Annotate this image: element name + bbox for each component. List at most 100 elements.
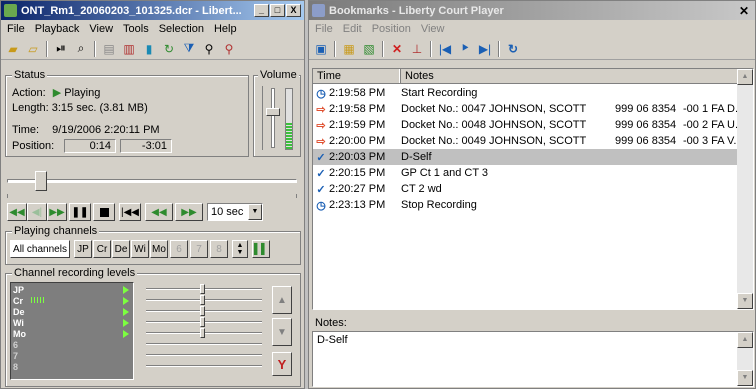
filter-icon[interactable]: ⧩ [180, 40, 198, 58]
menu-view[interactable]: View [85, 23, 119, 35]
row-case-number: 999 06 8354 [615, 103, 677, 115]
menu-view[interactable]: View [417, 23, 451, 35]
table-row[interactable]: ✓ 2:20:27 PM CT 2 wd [313, 181, 741, 197]
marker-icon[interactable]: ⊥ [408, 40, 426, 58]
table-row[interactable]: ◷ 2:19:58 PM Start Recording [313, 85, 741, 101]
level-slider-wi[interactable] [200, 317, 205, 327]
channel-meter-icon[interactable]: ▌▌ [252, 240, 270, 258]
volume-track [271, 88, 275, 148]
menu-tools[interactable]: Tools [119, 23, 155, 35]
level-slider-de[interactable] [200, 306, 205, 316]
channel-button-mo[interactable]: Mo [150, 240, 168, 258]
table-row[interactable]: ⇨ 2:20:00 PM Docket No.: 0049 JOHNSON, SCO… [313, 133, 742, 149]
find-next-icon[interactable]: ⚲ [220, 40, 238, 58]
loop-icon[interactable]: ↻ [160, 40, 178, 58]
channel-button-6[interactable]: 6 [170, 240, 188, 258]
play-icon[interactable]: ▶▶ [47, 203, 67, 221]
edit-note-icon[interactable]: ▣ [312, 40, 330, 58]
table-row[interactable]: ⇨ 2:19:58 PM Docket No.: 0047 JOHNSON, SCO… [313, 101, 744, 117]
scroll-down-icon[interactable]: ▼ [737, 370, 753, 386]
channel-button-8[interactable]: 8 [210, 240, 228, 258]
list-scrollbar[interactable]: ▲ ▼ [737, 69, 753, 309]
channel-icon[interactable]: ▮ [140, 40, 158, 58]
row-time: 2:20:03 PM [329, 151, 386, 163]
time-value: 9/19/2006 2:20:11 PM [52, 124, 160, 136]
channel-button-wi[interactable]: Wi [131, 240, 149, 258]
playback-position-slider[interactable] [7, 171, 297, 191]
play-bookmark-icon[interactable]: ⯈ [456, 40, 474, 58]
add-bookmark-icon[interactable]: ▦ [340, 40, 358, 58]
level-label-8: 8 [13, 362, 19, 372]
channel-button-cr[interactable]: Cr [93, 240, 111, 258]
save-bookmark-icon[interactable]: ▧ [360, 40, 378, 58]
playback-position-thumb[interactable] [35, 171, 47, 191]
notes-label: Notes: [315, 317, 347, 329]
pause-icon[interactable]: ❚❚ [69, 203, 91, 221]
column-header-notes[interactable]: Notes [401, 69, 741, 83]
table-row[interactable]: ✓ 2:20:15 PM GP Ct 1 and CT 3 [313, 165, 741, 181]
skip-back-icon[interactable]: ◀◀ [145, 203, 173, 221]
close-icon[interactable]: ✕ [739, 4, 752, 18]
skip-interval-select[interactable]: 10 sec ▼ [207, 203, 263, 221]
level-sliders [146, 282, 266, 378]
skip-start-icon[interactable]: |◀◀ [119, 203, 141, 221]
first-bookmark-icon[interactable]: |◀ [436, 40, 454, 58]
rewind-fast-icon[interactable]: ◀◀ [7, 203, 27, 221]
menu-position[interactable]: Position [368, 23, 417, 35]
channel-button-7[interactable]: 7 [190, 240, 208, 258]
toolbar-separator [382, 40, 384, 57]
open-folder-icon[interactable]: ▰ [4, 40, 22, 58]
level-slider-jp[interactable] [200, 284, 205, 294]
time-label: Time: [12, 124, 40, 136]
level-slider-track [146, 343, 262, 345]
channel-button-jp[interactable]: JP [74, 240, 92, 258]
menu-help[interactable]: Help [210, 23, 243, 35]
level-slider-cr[interactable] [200, 295, 205, 305]
chevron-up-icon: ▲ [236, 242, 244, 249]
scroll-up-icon[interactable]: ▲ [737, 69, 753, 85]
row-note: CT 2 wd [401, 183, 442, 195]
chevron-down-icon[interactable]: ▼ [248, 204, 262, 220]
properties-icon[interactable]: ▤ [100, 40, 118, 58]
level-arrow-icon [123, 297, 129, 305]
column-header-time[interactable]: Time [313, 69, 401, 83]
notes-scrollbar[interactable]: ▲ ▼ [737, 332, 753, 386]
volume-thumb[interactable] [266, 108, 280, 116]
notes-icon[interactable]: ▥ [120, 40, 138, 58]
play-pause-icon[interactable]: ⏯ [52, 40, 70, 58]
menu-file[interactable]: File [3, 23, 31, 35]
time-row: Time: 9/19/2006 2:20:11 PM [12, 124, 160, 136]
last-bookmark-icon[interactable]: ▶| [476, 40, 494, 58]
delete-icon[interactable]: ✕ [388, 40, 406, 58]
close-button[interactable]: X [286, 4, 301, 17]
all-channels-button[interactable]: All channels [10, 240, 70, 258]
level-slider-mo[interactable] [200, 328, 205, 338]
reset-levels-icon[interactable]: Y [272, 352, 292, 376]
notes-textarea[interactable]: D-Self ▲ ▼ [312, 331, 754, 387]
maximize-button[interactable]: □ [270, 4, 285, 17]
menu-edit[interactable]: Edit [339, 23, 368, 35]
minimize-button[interactable]: _ [254, 4, 269, 17]
level-up-icon[interactable]: ▲ [272, 286, 292, 314]
stop-icon[interactable] [93, 203, 115, 221]
rewind-disabled-icon[interactable]: ◀| [27, 203, 47, 221]
scroll-up-icon[interactable]: ▲ [737, 332, 753, 348]
table-row[interactable]: ◷ 2:23:13 PM Stop Recording [313, 197, 741, 213]
open-recent-icon[interactable]: ▱ [24, 40, 42, 58]
row-note: Stop Recording [401, 199, 477, 211]
channel-button-de[interactable]: De [112, 240, 130, 258]
skip-forward-icon[interactable]: ▶▶ [175, 203, 203, 221]
level-down-icon[interactable]: ▼ [272, 318, 292, 346]
menu-selection[interactable]: Selection [155, 23, 210, 35]
bookmarks-titlebar[interactable]: Bookmarks - Liberty Court Player ✕ [309, 1, 755, 20]
table-row[interactable]: ⇨ 2:19:59 PM Docket No.: 0048 JOHNSON, SCO… [313, 117, 744, 133]
channel-spin-button[interactable]: ▲ ▼ [232, 240, 248, 258]
search-icon[interactable]: ⌕ [72, 40, 90, 58]
scroll-down-icon[interactable]: ▼ [737, 293, 753, 309]
menu-file[interactable]: File [311, 23, 339, 35]
find-icon[interactable]: ⚲ [200, 40, 218, 58]
menu-playback[interactable]: Playback [31, 23, 86, 35]
player-titlebar[interactable]: ONT_Rm1_20060203_101325.dcr - Libert... … [1, 1, 304, 20]
refresh-icon[interactable]: ↻ [504, 40, 522, 58]
table-row[interactable]: ✓ 2:20:03 PM D-Self [313, 149, 741, 165]
